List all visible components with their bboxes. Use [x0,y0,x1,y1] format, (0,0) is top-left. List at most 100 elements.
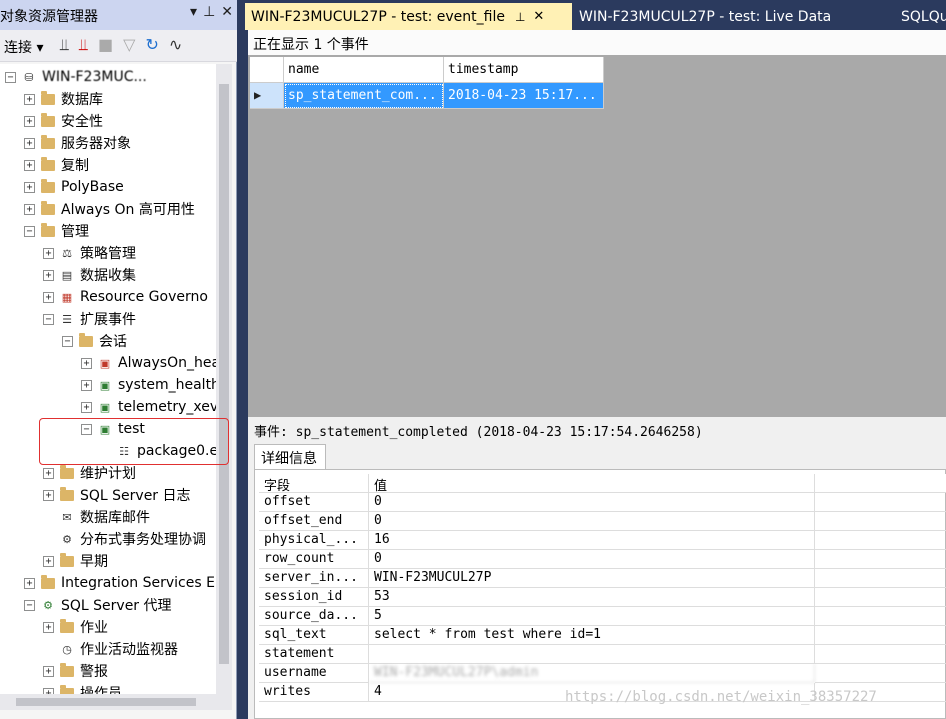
expand-icon[interactable]: + [43,247,54,259]
activity-monitor-icon[interactable]: ∿ [169,35,182,55]
tree-node[interactable]: + ▤ 数据收集 [43,264,136,286]
table-row[interactable]: session_id 53 [259,588,946,607]
dropdown-icon[interactable]: ▾ [190,4,197,20]
value-cell: 16 [369,531,815,550]
tab-event-file[interactable]: WIN-F23MUCUL27P - test: event_file ⊥ ✕ [245,3,572,30]
tree-node[interactable]: ◷ 作业活动监视器 [43,638,178,660]
expand-icon[interactable]: + [24,577,35,589]
session-stopped-icon: ▣ [99,356,111,370]
table-row[interactable]: server_in... WIN-F23MUCUL27P [259,569,946,588]
session-running-icon: ▣ [99,400,111,414]
pin-icon[interactable]: ⊥ [515,10,525,24]
table-row[interactable]: statement [259,645,946,664]
field-cell: session_id [259,588,369,607]
tree-node[interactable]: + ▣ AlwaysOn_hea [81,352,216,374]
close-icon[interactable]: ✕ [221,4,233,20]
expand-icon[interactable]: + [24,93,35,105]
table-row[interactable]: row_count 0 [259,550,946,569]
expand-icon[interactable]: + [81,379,92,391]
filter-icon[interactable]: ▽ [123,35,135,55]
cell-name[interactable]: sp_statement_com... [284,83,444,109]
connect-button[interactable]: 连接 ▾ [4,37,43,57]
expand-icon[interactable]: + [24,159,35,171]
pin-icon[interactable]: ⊥ [203,4,215,20]
tree-node[interactable]: + 操作员 [43,682,122,694]
expand-icon[interactable]: + [43,467,54,479]
expand-icon[interactable]: + [24,137,35,149]
collapse-icon[interactable]: − [43,313,54,325]
table-row[interactable]: username WIN-F23MUCUL27P\admin [259,664,946,683]
tree-node[interactable]: + 警报 [43,660,108,682]
tree-node[interactable]: − ☰ 扩展事件 [43,308,136,330]
event-summary-text: 事件: sp_statement_completed (2018-04-23 1… [254,425,703,440]
tree-node[interactable]: ⚙ 分布式事务处理协调 [43,528,206,550]
collapse-icon[interactable]: − [62,335,73,347]
tree-node[interactable]: + 复制 [24,154,89,176]
database-mail-icon: ✉ [62,510,72,524]
expand-icon[interactable]: + [43,665,54,677]
tree-node[interactable]: ✉ 数据库邮件 [43,506,150,528]
tree-node[interactable]: + ⚖ 策略管理 [43,242,136,264]
table-row[interactable]: source_da... 5 [259,607,946,626]
tab-sql-query[interactable]: SQLQu [895,3,946,30]
tree-vertical-scrollbar[interactable] [216,64,232,694]
disconnect-icon[interactable]: ⫫ [79,35,88,55]
table-row[interactable]: sql_text select * from test where id=1 [259,626,946,645]
tree-node[interactable]: + Always On 高可用性 [24,198,195,220]
table-row[interactable]: offset 0 [259,493,946,512]
column-header-timestamp[interactable]: timestamp [444,57,604,83]
dtc-icon: ⚙ [62,532,72,546]
stop-icon[interactable]: ■ [98,35,113,55]
tree-node[interactable]: + 作业 [43,616,108,638]
tree-node[interactable]: + 服务器对象 [24,132,131,154]
tree-node[interactable]: + 早期 [43,550,108,572]
value-cell: 5 [369,607,815,626]
column-header-field[interactable]: 字段 [259,474,369,493]
collapse-icon[interactable]: − [24,599,35,611]
cell-timestamp[interactable]: 2018-04-23 15:17... [444,83,604,109]
column-header-name[interactable]: name [284,57,444,83]
grid-corner [250,57,284,83]
tree-node[interactable]: − ⛁ WIN-F23MUC... [5,66,147,88]
tree-node[interactable]: + 数据库 [24,88,103,110]
expand-icon[interactable]: + [43,555,54,567]
tab-details[interactable]: 详细信息 [254,444,326,469]
refresh-icon[interactable]: ↻ [145,35,158,55]
table-row[interactable]: offset_end 0 [259,512,946,531]
tree-node[interactable]: + ▣ telemetry_xev [81,396,216,418]
tree-node[interactable]: + ▦ Resource Governo [43,286,208,308]
scroll-thumb[interactable] [16,698,196,706]
tree-node[interactable]: + Integration Services E [24,572,215,594]
tab-live-data[interactable]: WIN-F23MUCUL27P - test: Live Data [573,3,837,30]
table-row[interactable]: physical_... 16 [259,531,946,550]
tree-node[interactable]: + ▣ system_health [81,374,216,396]
expand-icon[interactable]: + [43,269,54,281]
expand-icon[interactable]: + [24,181,35,193]
close-icon[interactable]: ✕ [533,9,544,24]
tree-node[interactable]: + PolyBase [24,176,124,198]
tree-node[interactable]: − 管理 [24,220,89,242]
expand-icon[interactable]: + [24,203,35,215]
expand-icon[interactable]: + [43,291,54,303]
tree-node[interactable]: + 维护计划 [43,462,136,484]
tree-node-label: 分布式事务处理协调 [80,532,206,548]
connect-plug-icon[interactable]: ⫫ [60,35,69,55]
expand-icon[interactable]: + [81,357,92,369]
tree-node[interactable]: + 安全性 [24,110,103,132]
table-row[interactable]: ▶ sp_statement_com... 2018-04-23 15:17..… [250,83,604,109]
scroll-thumb[interactable] [219,84,229,664]
collapse-icon[interactable]: − [24,225,35,237]
tree-node[interactable]: − 会话 [62,330,127,352]
row-selector-icon[interactable]: ▶ [250,83,284,109]
expand-icon[interactable]: + [43,489,54,501]
column-header-value[interactable]: 值 [369,474,815,493]
collapse-icon[interactable]: − [5,71,16,83]
tree-node[interactable]: + SQL Server 日志 [43,484,191,506]
tree-node[interactable]: − ⚙ SQL Server 代理 [24,594,172,616]
object-tree[interactable]: − ⛁ WIN-F23MUC... + 数据库 + 安全性 + 服务器对象 + 复制 + PolyBas… [0,64,216,694]
folder-icon [41,156,55,171]
tree-horizontal-scrollbar[interactable] [0,694,232,710]
expand-icon[interactable]: + [24,115,35,127]
expand-icon[interactable]: + [43,621,54,633]
expand-icon[interactable]: + [81,401,92,413]
